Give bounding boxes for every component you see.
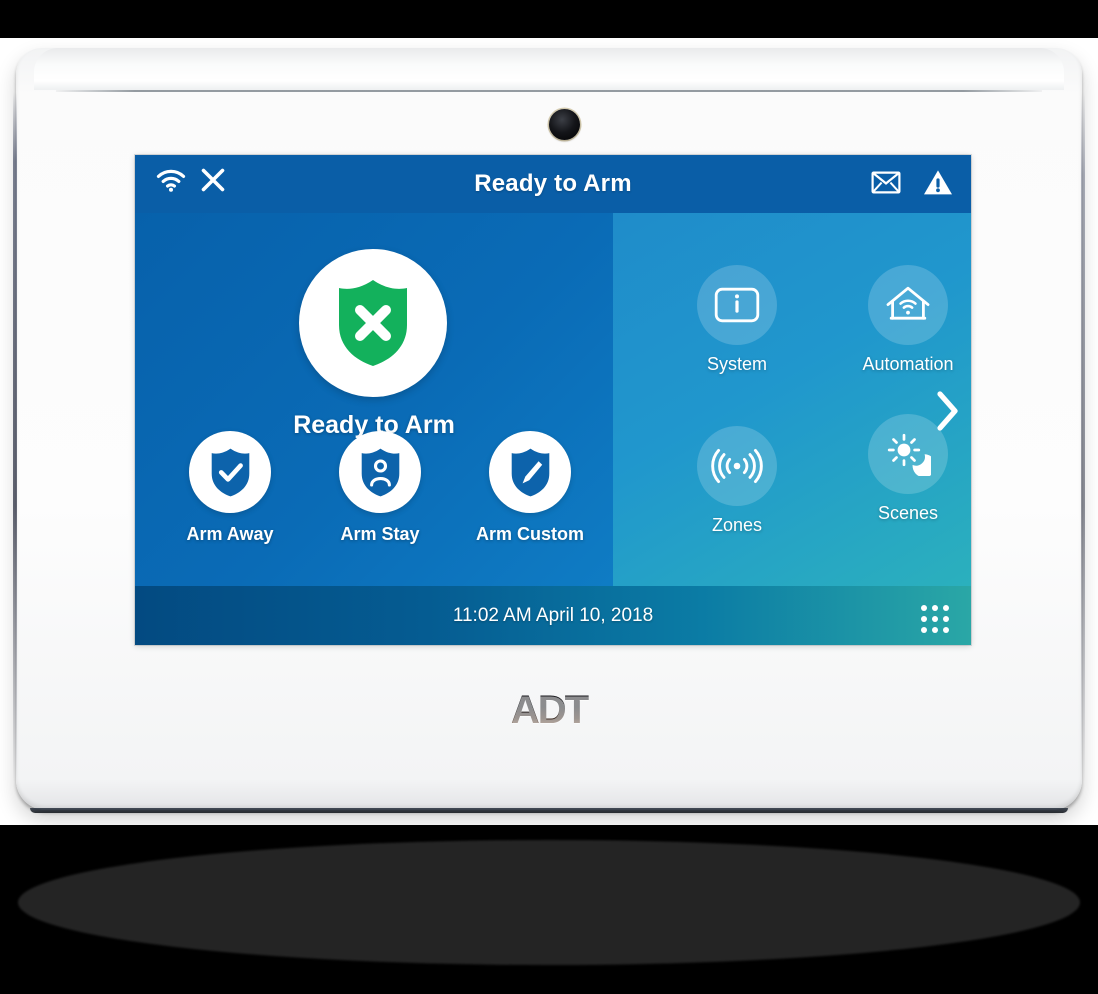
chevron-right-icon[interactable] bbox=[931, 388, 965, 434]
touchscreen[interactable]: Ready to Arm Ready to Arm Arm Away Arm S… bbox=[135, 155, 971, 645]
keypad-dot bbox=[921, 616, 927, 622]
title-bar: Ready to Arm bbox=[135, 155, 971, 213]
shield-check-icon bbox=[189, 431, 271, 513]
arm-away-label: Arm Away bbox=[186, 524, 274, 544]
keypad-dot bbox=[943, 605, 949, 611]
adt-command-panel-device: Ready to Arm Ready to Arm Arm Away Arm S… bbox=[13, 48, 1085, 813]
home-wifi-icon bbox=[868, 265, 948, 345]
page-title: Ready to Arm bbox=[474, 170, 632, 197]
device-drop-shadow bbox=[18, 840, 1080, 965]
arm-stay-button[interactable]: Arm Stay bbox=[305, 431, 455, 545]
keypad-dot bbox=[921, 627, 927, 633]
motion-sensor-icon bbox=[697, 426, 777, 506]
arm-away-button[interactable]: Arm Away bbox=[155, 431, 305, 545]
keypad-dot bbox=[921, 605, 927, 611]
tile-scenes-label: Scenes bbox=[877, 503, 939, 523]
device-top-bezel bbox=[34, 48, 1064, 90]
adt-brand-logo: ADT bbox=[16, 688, 1082, 733]
status-icons-right bbox=[871, 169, 953, 196]
keypad-dot bbox=[932, 627, 938, 633]
mail-icon[interactable] bbox=[871, 171, 901, 194]
arm-custom-label: Arm Custom bbox=[475, 524, 584, 544]
keypad-dot bbox=[943, 616, 949, 622]
arm-stay-label: Arm Stay bbox=[340, 524, 420, 544]
tile-system-label: System bbox=[706, 354, 767, 374]
keypad-dot bbox=[932, 616, 938, 622]
info-box-icon bbox=[697, 265, 777, 345]
clock-label: 11:02 AM April 10, 2018 bbox=[452, 604, 654, 626]
photo-scene: Ready to Arm Ready to Arm Arm Away Arm S… bbox=[0, 0, 1098, 994]
status-bar: 11:02 AM April 10, 2018 bbox=[135, 586, 971, 645]
shield-pencil-icon bbox=[489, 431, 571, 513]
camera-lens-icon bbox=[549, 109, 580, 140]
shortcuts-panel: System Automation Zones Scenes bbox=[613, 213, 971, 586]
arm-custom-button[interactable]: Arm Custom bbox=[455, 431, 605, 545]
shield-person-icon bbox=[339, 431, 421, 513]
tile-system[interactable]: System bbox=[662, 265, 812, 375]
tile-automation-label: Automation bbox=[862, 354, 954, 374]
security-panel: Ready to Arm Arm Away Arm Stay Arm Custo… bbox=[135, 213, 613, 586]
tile-zones[interactable]: Zones bbox=[662, 426, 812, 536]
device-bezel-seam bbox=[56, 90, 1042, 92]
chassis-edge-left bbox=[13, 92, 17, 782]
keypad-grid-icon[interactable] bbox=[921, 605, 949, 633]
chassis-edge-right bbox=[1081, 92, 1085, 782]
alert-triangle-icon[interactable] bbox=[923, 169, 953, 196]
tile-zones-label: Zones bbox=[711, 515, 763, 535]
keypad-dot bbox=[943, 627, 949, 633]
shield-x-icon bbox=[299, 249, 447, 397]
tile-automation[interactable]: Automation bbox=[833, 265, 971, 375]
system-state-button[interactable]: Ready to Arm bbox=[293, 249, 455, 440]
arm-buttons-row: Arm Away Arm Stay Arm Custom bbox=[155, 431, 605, 545]
keypad-dot bbox=[932, 605, 938, 611]
